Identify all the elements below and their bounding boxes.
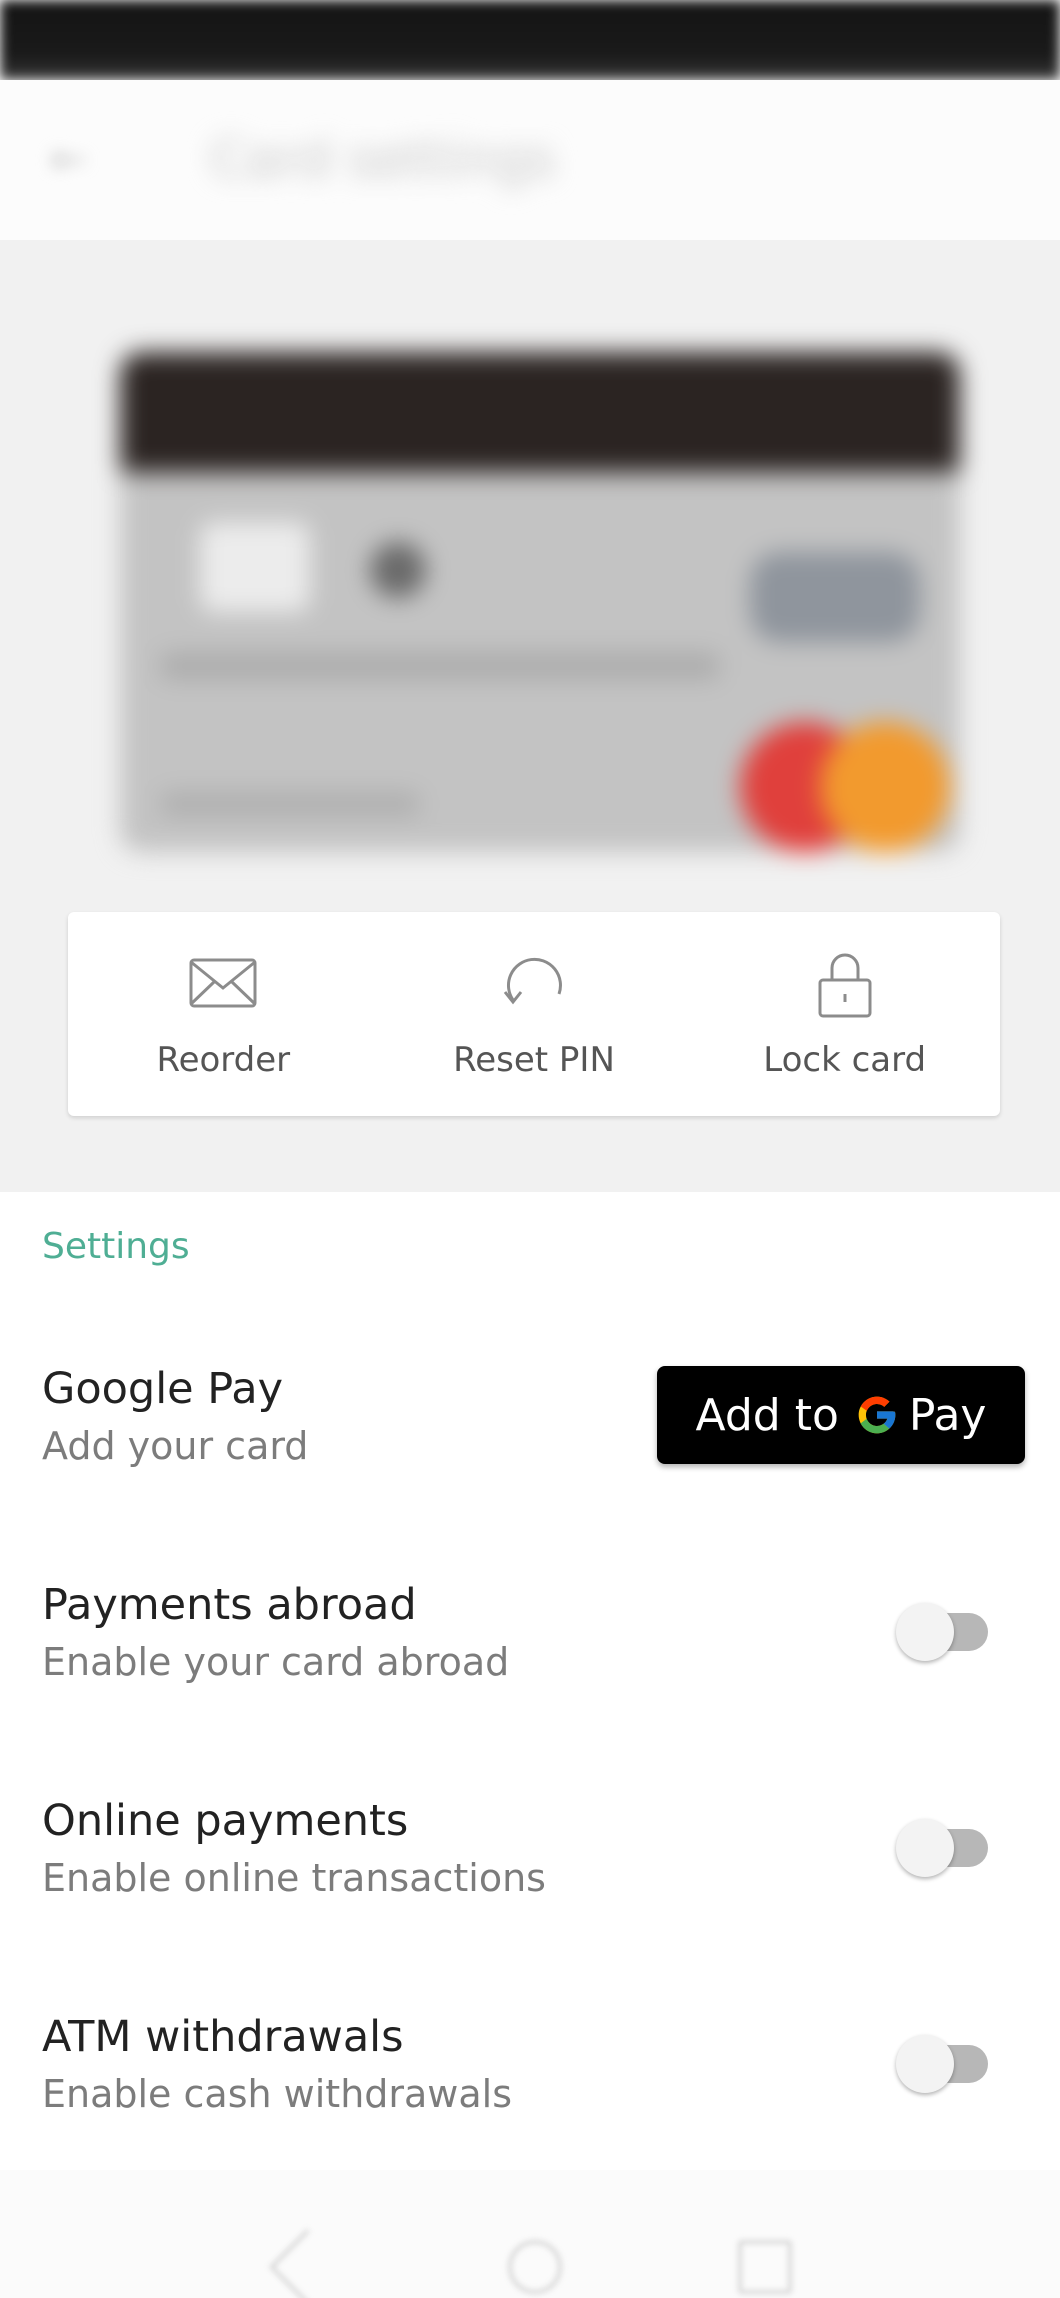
payments-abroad-title: Payments abroad — [42, 1580, 417, 1630]
google-g-icon — [858, 1396, 896, 1434]
lock-icon — [818, 953, 872, 1018]
reorder-button[interactable]: Reorder — [68, 912, 379, 1116]
nav-back-icon[interactable] — [268, 2228, 346, 2298]
google-pay-subtitle: Add your card — [42, 1424, 309, 1468]
google-pay-title: Google Pay — [42, 1364, 284, 1414]
nav-home-icon[interactable] — [508, 2240, 562, 2294]
back-arrow-icon[interactable]: ← — [50, 138, 94, 182]
add-to-google-pay-button[interactable]: Add to Pay — [657, 1366, 1025, 1464]
gpay-button-prefix: Add to — [695, 1389, 839, 1441]
nav-recents-icon[interactable] — [738, 2240, 792, 2294]
refresh-icon — [503, 957, 562, 1005]
online-payments-toggle[interactable] — [896, 1811, 992, 1881]
card-image — [120, 352, 960, 852]
page-title: Card settings — [210, 130, 556, 190]
reset-pin-label: Reset PIN — [453, 1040, 615, 1080]
card-actions-panel: Reorder Reset PIN Lock card — [68, 912, 1000, 1116]
payments-abroad-toggle[interactable] — [896, 1595, 992, 1665]
app-header: ← Card settings — [0, 80, 1060, 240]
payments-abroad-subtitle: Enable your card abroad — [42, 1640, 510, 1684]
settings-heading: Settings — [42, 1226, 190, 1267]
toggle-thumb — [896, 1819, 954, 1877]
lock-card-label: Lock card — [763, 1040, 927, 1080]
card-holder-placeholder — [160, 792, 420, 816]
reorder-label: Reorder — [156, 1040, 291, 1080]
mastercard-logo-orange — [820, 722, 950, 852]
status-bar — [0, 0, 1060, 80]
lock-card-button[interactable]: Lock card — [689, 912, 1000, 1116]
card-hologram — [750, 552, 920, 642]
card-contactless-icon — [370, 542, 426, 598]
atm-withdrawals-title: ATM withdrawals — [42, 2012, 404, 2062]
online-payments-title: Online payments — [42, 1796, 409, 1846]
toggle-thumb — [896, 1603, 954, 1661]
card-band — [120, 352, 960, 472]
toggle-thumb — [896, 2035, 954, 2093]
atm-withdrawals-toggle[interactable] — [896, 2027, 992, 2097]
gpay-button-suffix: Pay — [908, 1389, 987, 1441]
atm-withdrawals-subtitle: Enable cash withdrawals — [42, 2072, 513, 2116]
card-chip-icon — [200, 522, 310, 612]
card-number-placeholder — [160, 652, 720, 680]
system-nav-bar — [0, 2170, 1060, 2298]
reset-pin-button[interactable]: Reset PIN — [379, 912, 690, 1116]
envelope-icon — [189, 958, 257, 1008]
online-payments-subtitle: Enable online transactions — [42, 1856, 546, 1900]
